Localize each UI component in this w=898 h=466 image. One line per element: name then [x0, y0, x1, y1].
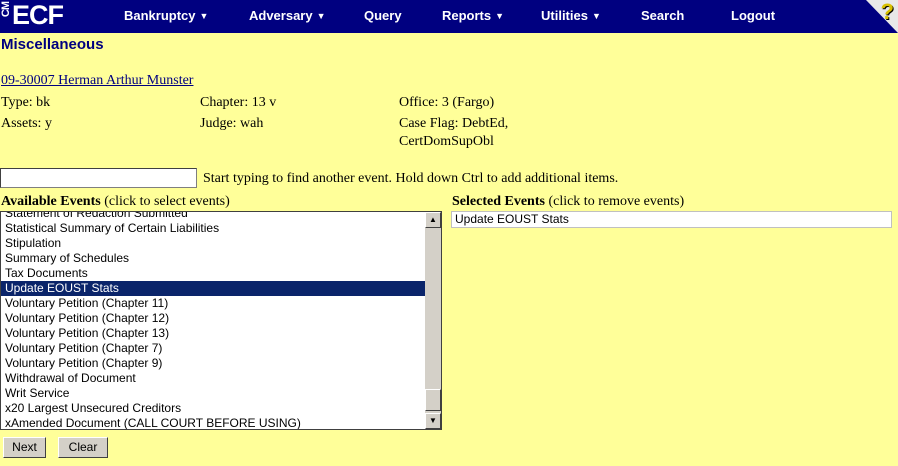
list-item[interactable]: Voluntary Petition (Chapter 9): [1, 356, 426, 371]
nav-bankruptcy-label: Bankruptcy: [124, 8, 196, 23]
case-office: Office: 3 (Fargo): [399, 95, 495, 110]
selected-events-title: Selected Events: [452, 194, 545, 209]
case-flag-line1: Case Flag: DebtEd,: [399, 116, 509, 131]
nav-reports-menu[interactable]: Reports ▼: [442, 8, 504, 23]
list-item-selected[interactable]: Update EOUST Stats: [1, 281, 426, 296]
list-item[interactable]: x20 Largest Unsecured Creditors: [1, 401, 426, 416]
next-button[interactable]: Next: [3, 437, 46, 458]
nav-reports-label: Reports: [442, 8, 492, 23]
top-navbar: CM ECF Bankruptcy ▼ Adversary ▼ Query Repo…: [0, 0, 898, 33]
list-item[interactable]: Voluntary Petition (Chapter 11): [1, 296, 426, 311]
case-judge: Judge: wah: [200, 116, 264, 131]
list-item[interactable]: Writ Service: [1, 386, 426, 401]
selected-events-heading: Selected Events (click to remove events): [452, 194, 684, 210]
available-events-title: Available Events: [1, 194, 101, 209]
nav-query-label: Query: [364, 8, 402, 23]
list-item[interactable]: Statement of Redaction Submitted: [1, 212, 426, 221]
selected-events-subtitle: (click to remove events): [548, 194, 685, 209]
available-events-items: Statement of Redaction Submitted Statist…: [1, 212, 426, 429]
nav-utilities-menu[interactable]: Utilities ▼: [541, 8, 601, 23]
available-events-list[interactable]: Statement of Redaction Submitted Statist…: [0, 211, 442, 430]
selected-events-list[interactable]: Update EOUST Stats: [451, 211, 892, 228]
list-item[interactable]: xAmended Document (CALL COURT BEFORE USI…: [1, 416, 426, 429]
logo-prefix: CM: [0, 2, 12, 18]
search-hint: Start typing to find another event. Hold…: [203, 171, 619, 186]
nav-query-link[interactable]: Query: [364, 8, 402, 23]
nav-bankruptcy-menu[interactable]: Bankruptcy ▼: [124, 8, 208, 23]
list-item[interactable]: Statistical Summary of Certain Liabiliti…: [1, 221, 426, 236]
case-chapter: Chapter: 13 v: [200, 95, 277, 110]
chevron-down-icon: ▼: [199, 11, 209, 21]
chevron-down-icon: ▼: [316, 11, 326, 21]
clear-button[interactable]: Clear: [58, 437, 108, 458]
list-item[interactable]: Withdrawal of Document: [1, 371, 426, 386]
cmecf-logo[interactable]: CM ECF: [0, 0, 95, 33]
scroll-thumb[interactable]: [425, 389, 441, 411]
page-title: Miscellaneous: [1, 36, 104, 53]
list-item[interactable]: Voluntary Petition (Chapter 12): [1, 311, 426, 326]
list-item[interactable]: Voluntary Petition (Chapter 13): [1, 326, 426, 341]
event-search-input[interactable]: [0, 168, 197, 188]
logo-text: ECF: [12, 0, 64, 30]
nav-search-link[interactable]: Search: [641, 8, 684, 23]
scroll-up-arrow-icon[interactable]: ▲: [425, 212, 441, 228]
case-type: Type: bk: [1, 95, 51, 110]
list-item[interactable]: Voluntary Petition (Chapter 7): [1, 341, 426, 356]
list-scrollbar[interactable]: ▲ ▼: [425, 212, 441, 429]
case-link[interactable]: 09-30007 Herman Arthur Munster: [1, 73, 193, 89]
nav-logout-label: Logout: [731, 8, 776, 23]
nav-adversary-label: Adversary: [249, 8, 313, 23]
chevron-down-icon: ▼: [495, 11, 505, 21]
nav-adversary-menu[interactable]: Adversary ▼: [249, 8, 326, 23]
chevron-down-icon: ▼: [591, 11, 601, 21]
available-events-heading: Available Events (click to select events…: [1, 194, 230, 210]
help-question-icon: ?: [880, 0, 894, 24]
case-assets: Assets: y: [1, 116, 52, 131]
available-events-subtitle: (click to select events): [104, 194, 230, 209]
list-item[interactable]: Tax Documents: [1, 266, 426, 281]
list-item[interactable]: Update EOUST Stats: [452, 212, 891, 227]
list-item[interactable]: Stipulation: [1, 236, 426, 251]
scroll-down-arrow-icon[interactable]: ▼: [425, 413, 441, 429]
nav-utilities-label: Utilities: [541, 8, 588, 23]
list-item[interactable]: Summary of Schedules: [1, 251, 426, 266]
case-flag-line2: CertDomSupObl: [399, 134, 494, 149]
help-button[interactable]: ?: [858, 0, 898, 33]
nav-search-label: Search: [641, 8, 685, 23]
nav-logout-link[interactable]: Logout: [731, 8, 775, 23]
